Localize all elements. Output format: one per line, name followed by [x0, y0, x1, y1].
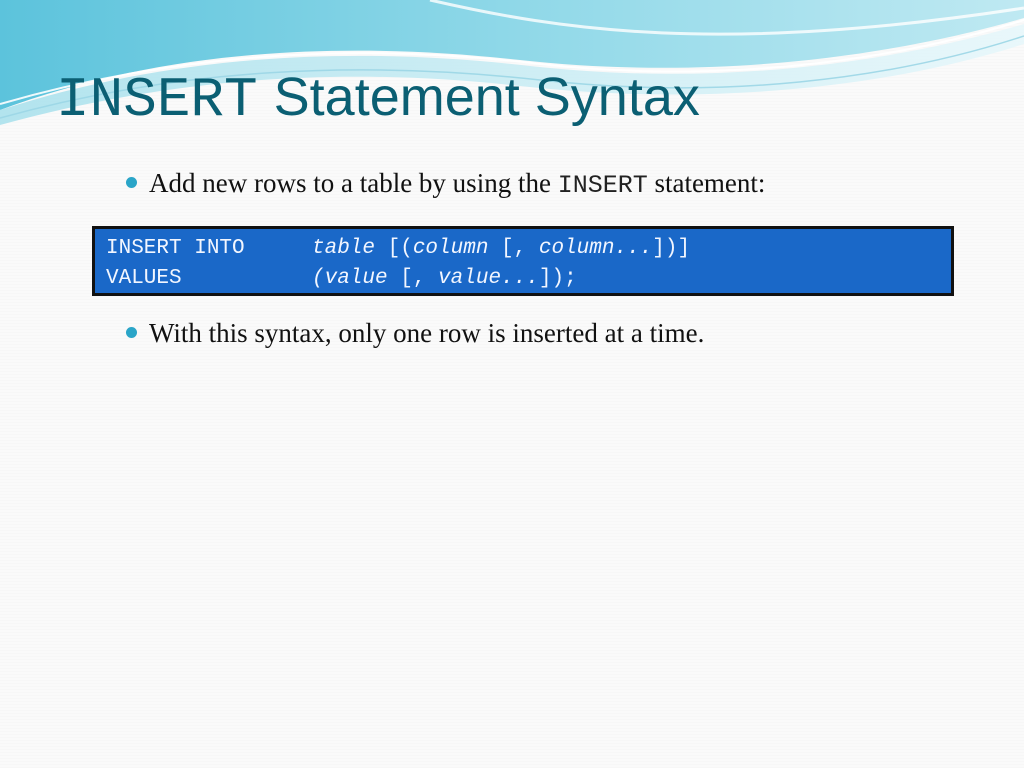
- bullet-item-2: With this syntax, only one row is insert…: [126, 320, 704, 347]
- code-bracket-open: [(: [375, 237, 413, 260]
- code-keyword-insert-into: INSERT INTO: [106, 237, 245, 260]
- slide-title: INSERT Statement Syntax: [56, 70, 700, 128]
- code-separator-2: [,: [387, 267, 439, 290]
- code-line-1: INSERT INTO table [(column [, column...])…: [106, 238, 690, 259]
- code-closing: ]);: [538, 267, 577, 290]
- code-separator: [,: [488, 237, 539, 260]
- title-text: Statement Syntax: [273, 67, 700, 127]
- bullet-1-inline-code: INSERT: [557, 171, 648, 200]
- bullet-1-text-after: statement:: [647, 168, 766, 198]
- code-column-placeholder: column: [412, 237, 489, 260]
- code-column-more-placeholder: column...: [538, 237, 653, 260]
- code-value-placeholder: (value: [312, 267, 388, 290]
- code-block: INSERT INTO table [(column [, column...])…: [92, 226, 954, 296]
- bullet-dot-icon: [126, 177, 137, 189]
- code-keyword-values: VALUES: [106, 267, 182, 290]
- slide: INSERT Statement Syntax Add new rows to a…: [0, 0, 1024, 768]
- code-value-more-placeholder: value...: [438, 267, 539, 290]
- bullet-1-text-before: Add new rows to a table by using the: [149, 168, 558, 198]
- bullet-dot-icon: [126, 327, 137, 339]
- bullet-2-text: With this syntax, only one row is insert…: [149, 318, 705, 348]
- bullet-item-1: Add new rows to a table by using the INS…: [126, 170, 765, 198]
- code-table-placeholder: table: [312, 237, 376, 260]
- code-line-2: VALUES (value [, value...]);: [106, 268, 577, 289]
- code-bracket-close: ])]: [652, 237, 691, 260]
- title-code-keyword: INSERT: [56, 68, 258, 132]
